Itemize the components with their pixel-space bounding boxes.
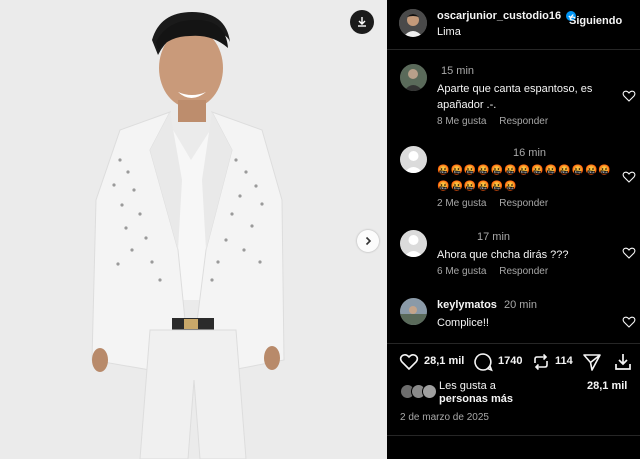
repost-icon[interactable]: [531, 352, 551, 372]
comment-author[interactable]: 17 min: [437, 231, 510, 243]
comments-list: 15 min Aparte que canta espantoso, es ap…: [387, 56, 640, 341]
heart-icon[interactable]: [622, 89, 636, 103]
download-icon: [358, 17, 366, 27]
comment-text: Aparte que canta espantoso, es apañador …: [437, 83, 593, 111]
comment-meta: 2 Me gusta Responder: [437, 198, 548, 209]
post-date: 2 de marzo de 2025: [400, 412, 489, 423]
following-button[interactable]: Siguiendo: [569, 15, 622, 27]
comment-like-count[interactable]: 2 Me gusta: [437, 198, 486, 209]
chevron-right-icon: [365, 236, 372, 246]
default-avatar-icon: [400, 146, 427, 173]
repost-count[interactable]: 114: [555, 355, 573, 367]
comment-author[interactable]: 15 min: [437, 65, 474, 77]
share-icon[interactable]: [582, 352, 602, 372]
comment-time: 20 min: [504, 299, 538, 311]
commenter-avatar[interactable]: [400, 64, 427, 91]
comment-time: 17 min: [477, 231, 511, 243]
post-media: [0, 0, 387, 459]
download-button[interactable]: [350, 10, 374, 34]
comment-reply-button[interactable]: Responder: [499, 116, 548, 127]
save-icon[interactable]: [613, 352, 633, 372]
commenter-avatar[interactable]: [400, 146, 427, 173]
heart-icon[interactable]: [622, 246, 636, 260]
likes-summary[interactable]: Les gusta a personas más 28,1 mil: [387, 377, 640, 407]
person-avatar-icon: [399, 9, 427, 37]
likes-total[interactable]: 28,1 mil: [587, 380, 627, 392]
comment-like-count[interactable]: 8 Me gusta: [437, 116, 486, 127]
author-avatar[interactable]: [399, 9, 427, 37]
commenter-avatar[interactable]: [400, 230, 427, 257]
comment-meta: 6 Me gusta Responder: [437, 266, 548, 277]
comment-icon[interactable]: [473, 352, 493, 372]
author-username[interactable]: oscarjunior_custodio16: [437, 10, 577, 22]
comment-time: 15 min: [441, 65, 475, 77]
comment-count[interactable]: 1740: [498, 355, 522, 367]
username-text[interactable]: oscarjunior_custodio16: [437, 10, 561, 22]
default-avatar-icon: [400, 230, 427, 257]
comment-text: Complice!!: [437, 317, 489, 329]
comment-author[interactable]: keylymatos 20 min: [437, 299, 537, 311]
liked-by-more[interactable]: personas más: [439, 393, 513, 405]
liked-by-text: Les gusta a: [439, 380, 496, 392]
comment-like-count[interactable]: 6 Me gusta: [437, 266, 486, 277]
divider: [387, 435, 640, 436]
post-photo: [0, 0, 387, 459]
comment-reply-button[interactable]: Responder: [499, 198, 548, 209]
next-media-button[interactable]: [357, 230, 379, 252]
post-actions: 28,1 mil 1740 114: [387, 343, 640, 377]
comment-author[interactable]: 16 min: [437, 147, 546, 159]
comment-reply-button[interactable]: Responder: [499, 266, 548, 277]
comment-text: Ahora que chcha dirás ???: [437, 249, 569, 261]
like-count[interactable]: 28,1 mil: [424, 355, 464, 367]
heart-icon[interactable]: [622, 315, 636, 329]
heart-icon[interactable]: [399, 352, 419, 372]
commenter-avatar[interactable]: [400, 298, 427, 325]
person-avatar-icon: [400, 298, 427, 325]
person-avatar-icon: [400, 64, 427, 91]
liker-avatar: [422, 384, 437, 399]
post-location[interactable]: Lima: [437, 26, 461, 38]
comment-meta: 8 Me gusta Responder: [437, 116, 548, 127]
post-header: oscarjunior_custodio16 Lima Siguiendo: [387, 0, 640, 50]
post-side-panel: oscarjunior_custodio16 Lima Siguiendo 15…: [387, 0, 640, 459]
comment-time: 16 min: [513, 147, 547, 159]
comment-text: 🤬🤬🤬🤬🤬🤬🤬🤬🤬🤬🤬🤬🤬🤬🤬🤬🤬🤬🤬: [437, 165, 612, 192]
heart-icon[interactable]: [622, 170, 636, 184]
comment-author-name[interactable]: keylymatos: [437, 299, 497, 311]
